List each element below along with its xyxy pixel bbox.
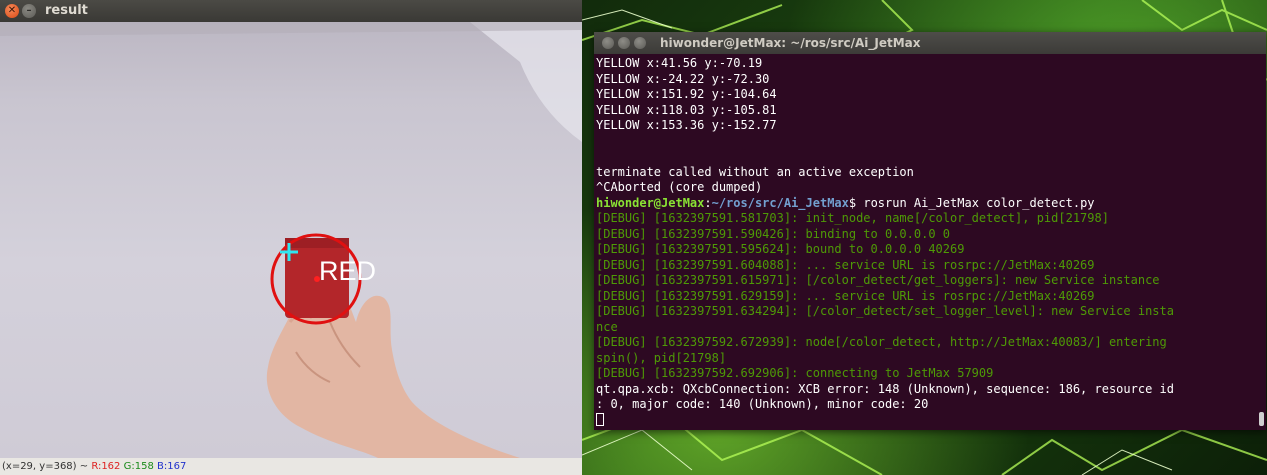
camera-frame: RED <box>0 22 582 458</box>
cursor-line <box>596 412 1254 429</box>
debug-line: [DEBUG] [1632397591.604088]: ... service… <box>596 257 1095 272</box>
prompt-line: hiwonder@JetMax:~/ros/src/Ai_JetMax$ ros… <box>596 196 1254 212</box>
terminal-title: hiwonder@JetMax: ~/ros/src/Ai_JetMax <box>660 36 921 50</box>
output-line: YELLOW x:41.56 y:-70.19 <box>596 56 763 70</box>
pixel-red-value: R:162 <box>91 461 121 472</box>
debug-line: [DEBUG] [1632397591.634294]: [/color_det… <box>596 304 1174 318</box>
terminal-titlebar: hiwonder@JetMax: ~/ros/src/Ai_JetMax <box>594 32 1266 54</box>
minimize-icon[interactable] <box>618 37 630 49</box>
output-line: YELLOW x:118.03 y:-105.81 <box>596 102 777 117</box>
result-window-title: result <box>45 3 88 18</box>
debug-line: [DEBUG] [1632397591.590426]: binding to … <box>596 226 951 241</box>
output-line: YELLOW x:-24.22 y:-72.30 <box>596 71 770 86</box>
terminal-window[interactable]: hiwonder@JetMax: ~/ros/src/Ai_JetMax YEL… <box>594 32 1266 430</box>
output-line: YELLOW x:153.36 y:-152.77 <box>596 118 777 132</box>
debug-line: spin(), pid[21798] <box>596 350 727 365</box>
terminal-cursor <box>596 412 604 426</box>
scrollbar-thumb[interactable] <box>1259 412 1264 426</box>
close-icon[interactable] <box>602 37 614 49</box>
debug-line: [DEBUG] [1632397592.672939]: node[/color… <box>596 335 1167 349</box>
pixel-green-value: G:158 <box>123 461 154 472</box>
error-line: : 0, major code: 140 (Unknown), minor co… <box>596 397 929 411</box>
prompt-path: ~/ros/src/Ai_JetMax <box>711 195 849 210</box>
output-line: terminate called without an active excep… <box>596 164 914 179</box>
maximize-icon[interactable] <box>634 37 646 49</box>
debug-line: [DEBUG] [1632397591.595624]: bound to 0.… <box>596 242 965 256</box>
terminal-output[interactable]: YELLOW x:41.56 y:-70.19 YELLOW x:-24.22 … <box>594 54 1256 430</box>
debug-line: [DEBUG] [1632397591.629159]: ... service… <box>596 288 1095 303</box>
result-window: ✕ – result RED (x=29, y=368) ~ R:162 G:1… <box>0 0 582 475</box>
debug-line: [DEBUG] [1632397591.615971]: [/color_det… <box>596 273 1160 287</box>
output-line: YELLOW x:151.92 y:-104.64 <box>596 87 777 101</box>
debug-line: [DEBUG] [1632397592.692906]: connecting … <box>596 366 994 380</box>
cursor-coords: (x=29, y=368) ~ <box>2 461 92 472</box>
minimize-icon[interactable]: – <box>22 4 36 18</box>
prompt-separator: : <box>704 195 712 210</box>
debug-line: nce <box>596 319 618 334</box>
prompt-user: hiwonder@JetMax <box>596 195 705 210</box>
detection-label: RED <box>319 256 376 286</box>
prompt-command: $ rosrun Ai_JetMax color_detect.py <box>848 195 1095 210</box>
error-line: qt.qpa.xcb: QXcbConnection: XCB error: 1… <box>596 381 1174 396</box>
terminal-scrollbar[interactable] <box>1256 54 1266 430</box>
output-line: ^CAborted (core dumped) <box>596 180 763 194</box>
result-titlebar: ✕ – result <box>0 0 582 22</box>
result-statusbar: (x=29, y=368) ~ R:162 G:158 B:167 <box>0 458 582 475</box>
close-icon[interactable]: ✕ <box>5 4 19 18</box>
debug-line: [DEBUG] [1632397591.581703]: init_node, … <box>596 211 1109 225</box>
camera-view[interactable]: RED <box>0 22 582 458</box>
pixel-blue-value: B:167 <box>157 461 187 472</box>
paper-highlight <box>470 22 582 142</box>
